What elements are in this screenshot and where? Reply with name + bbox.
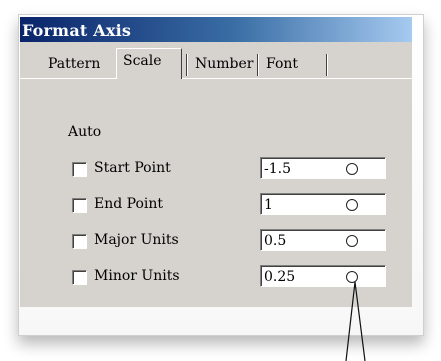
tab-pattern[interactable]: Pattern <box>42 52 100 78</box>
circle-marker-icon <box>346 199 358 211</box>
major-units-label: Major Units <box>94 232 179 248</box>
start-point-row: Start Point -1.5 <box>20 157 412 183</box>
tab-number[interactable]: Number <box>189 52 253 78</box>
start-point-checkbox[interactable] <box>72 162 87 177</box>
circle-marker-icon <box>346 271 358 283</box>
major-units-checkbox[interactable] <box>72 234 87 249</box>
tab-divider <box>257 54 258 76</box>
tab-scale[interactable]: Scale <box>116 48 182 79</box>
start-point-input[interactable]: -1.5 <box>260 157 386 179</box>
title-bar[interactable]: Format Axis <box>20 17 412 42</box>
major-units-input[interactable]: 0.5 <box>260 229 386 251</box>
tab-font[interactable]: Font <box>260 52 298 78</box>
end-point-checkbox[interactable] <box>72 198 87 213</box>
major-units-row: Major Units 0.5 <box>20 229 412 255</box>
minor-units-label: Minor Units <box>94 268 180 284</box>
tab-strip: Pattern Scale Number Font Auto Start Poi… <box>20 42 412 307</box>
end-point-input[interactable]: 1 <box>260 193 386 215</box>
end-point-label: End Point <box>94 196 164 212</box>
tab-panel-edge <box>20 78 412 79</box>
auto-label: Auto <box>68 124 102 140</box>
minor-units-input[interactable]: 0.25 <box>260 265 386 287</box>
start-point-label: Start Point <box>94 160 171 176</box>
window-title: Format Axis <box>22 21 132 40</box>
circle-marker-icon <box>346 163 358 175</box>
tab-divider <box>186 54 187 76</box>
minor-units-row: Minor Units 0.25 <box>20 265 412 291</box>
tab-divider <box>326 54 327 76</box>
end-point-row: End Point 1 <box>20 193 412 219</box>
minor-units-checkbox[interactable] <box>72 270 87 285</box>
circle-marker-icon <box>346 235 358 247</box>
format-axis-dialog: Format Axis Pattern Scale Number Font Au… <box>20 17 412 307</box>
